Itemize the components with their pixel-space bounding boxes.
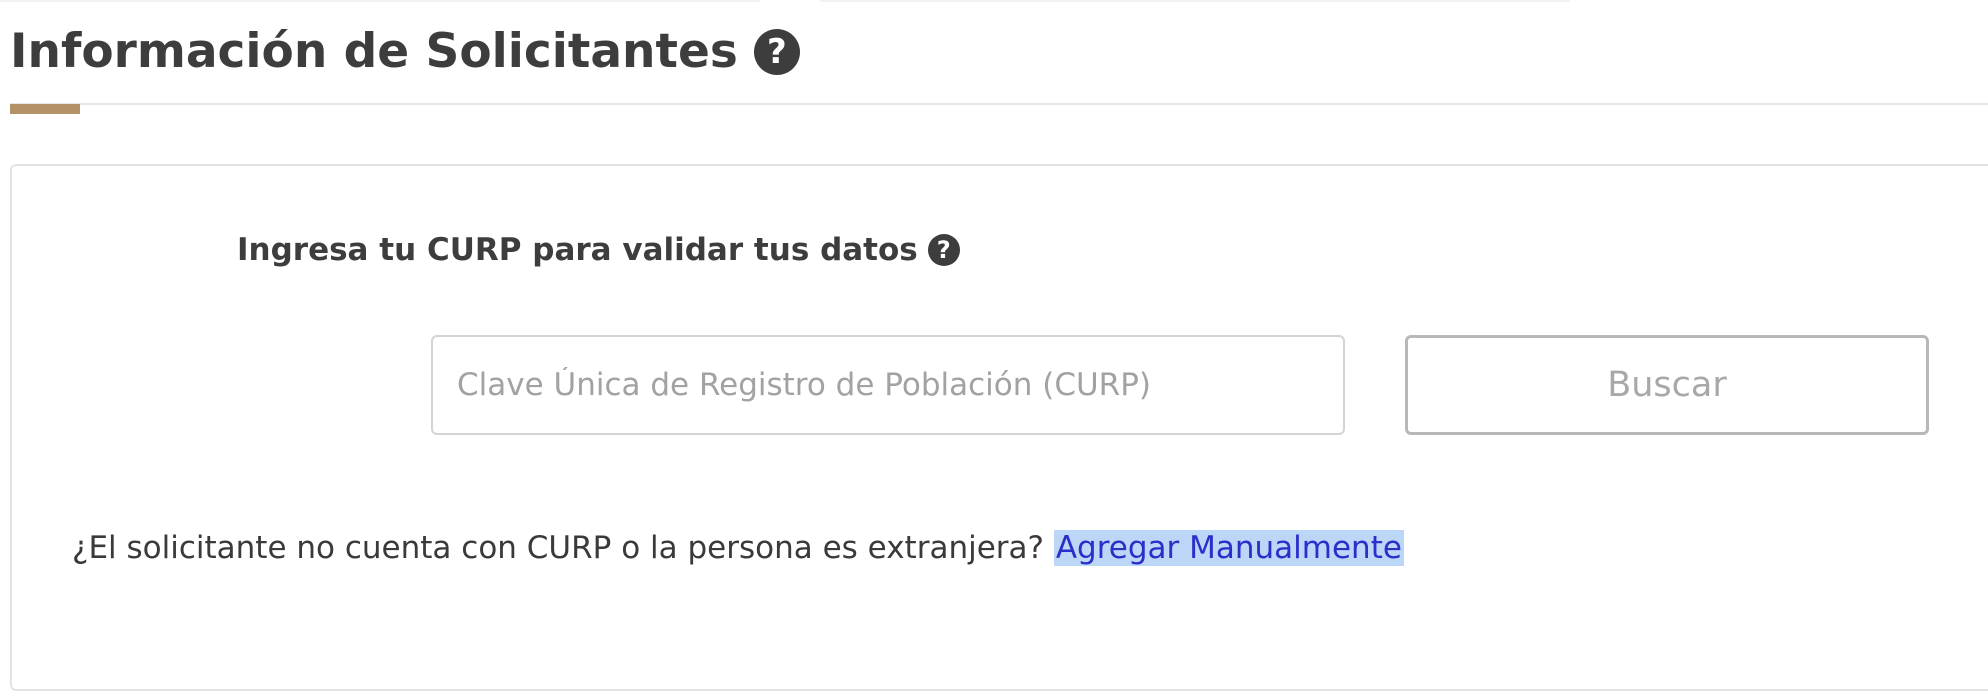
page-title: Información de Solicitantes ? — [10, 24, 800, 79]
curp-help-icon[interactable]: ? — [927, 234, 960, 266]
title-divider — [10, 103, 1988, 105]
add-manually-link[interactable]: Agregar Manualmente — [1053, 530, 1404, 566]
top-divider-right — [820, 0, 1570, 2]
top-divider-left — [0, 0, 760, 2]
search-button[interactable]: Buscar — [1405, 335, 1929, 435]
manual-entry-question: ¿El solicitante no cuenta con CURP o la … — [72, 530, 1044, 566]
curp-prompt: Ingresa tu CURP para validar tus datos ? — [237, 232, 960, 268]
manual-entry-line: ¿El solicitante no cuenta con CURP o la … — [72, 525, 1404, 571]
title-accent-bar — [10, 104, 80, 114]
applicant-info-page: Información de Solicitantes ? Ingresa tu… — [0, 0, 1988, 700]
curp-prompt-text: Ingresa tu CURP para validar tus datos — [237, 232, 918, 268]
curp-input[interactable] — [431, 335, 1345, 435]
title-help-icon[interactable]: ? — [753, 28, 800, 75]
page-title-text: Información de Solicitantes — [10, 24, 738, 79]
